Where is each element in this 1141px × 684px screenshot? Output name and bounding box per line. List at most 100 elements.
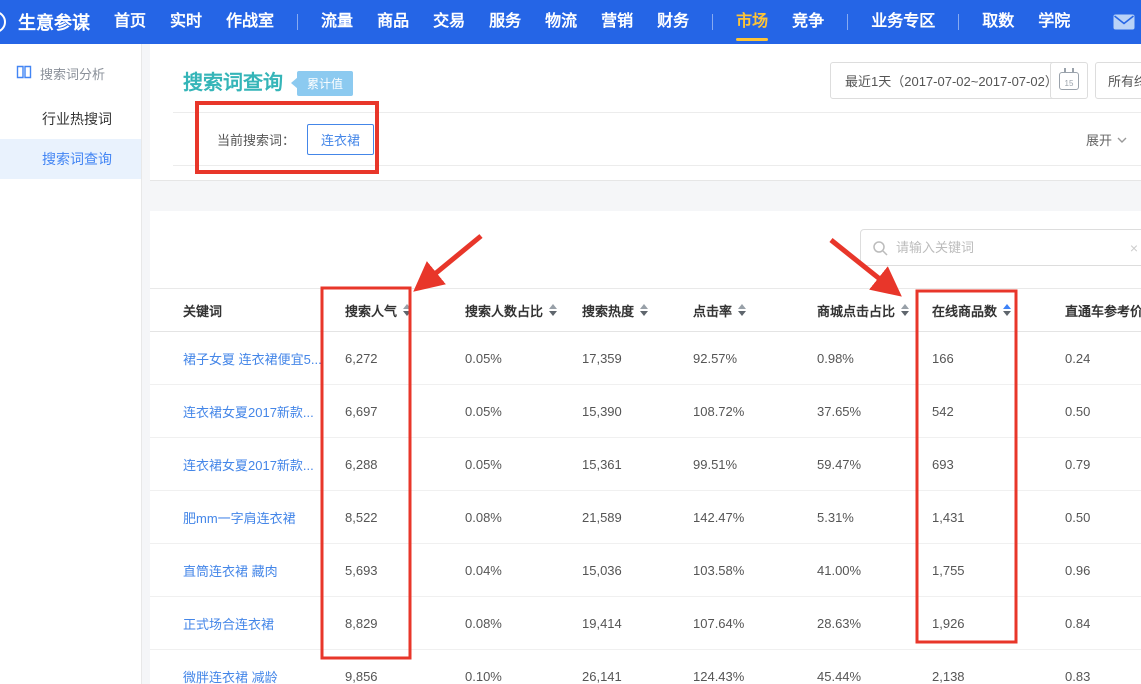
calendar-button[interactable]: 15 [1050,62,1088,99]
table-row: 连衣裙女夏2017新款... 6,697 0.05% 15,390 108.72… [150,385,1141,438]
nav-item-realtime[interactable]: 实时 [158,0,214,44]
cell-online-products: 1,926 [932,616,1065,631]
search-icon [872,240,888,256]
cell-searcher-ratio: 0.05% [465,457,582,472]
column-header-online-products[interactable]: 在线商品数 [932,301,1065,320]
sidebar-item-search-word-query[interactable]: 搜索词查询 [0,139,141,179]
keyword-link[interactable]: 肥mm一字肩连衣裙 [183,508,296,527]
cell-search-popularity: 8,829 [345,616,465,631]
nav-item-competition[interactable]: 竞争 [780,0,836,44]
screen: 生意参谋 首页 实时 作战室 流量 商品 交易 服务 物流 营销 财务 市场 竞… [0,0,1141,684]
sort-icon[interactable] [901,304,909,316]
table-row: 正式场合连衣裙 8,829 0.08% 19,414 107.64% 28.63… [150,597,1141,650]
cell-ppc-reference-price: 0.84 [1065,616,1141,631]
nav-item-home[interactable]: 首页 [102,0,158,44]
nav-item-data-extract[interactable]: 取数 [970,0,1026,44]
nav-divider [297,14,298,30]
nav-item-trade[interactable]: 交易 [421,0,477,44]
column-header-search-heat[interactable]: 搜索热度 [582,301,693,320]
sidebar: 搜索词分析 行业热搜词 搜索词查询 [0,44,142,684]
mail-icon[interactable] [1113,14,1135,30]
cell-online-products: 542 [932,404,1065,419]
cell-mall-click-ratio: 59.47% [817,457,932,472]
cell-ppc-reference-price: 0.83 [1065,669,1141,684]
column-header-ppc-reference-price[interactable]: 直通车参考价 [1065,301,1141,320]
sort-icon[interactable] [1003,304,1011,316]
cell-click-rate: 108.72% [693,404,817,419]
cell-searcher-ratio: 0.05% [465,351,582,366]
column-header-click-rate[interactable]: 点击率 [693,301,817,320]
date-range-selector[interactable]: 最近1天（2017-07-02~2017-07-02） [830,62,1073,99]
chevron-down-icon [1117,137,1127,143]
calendar-icon: 15 [1059,72,1079,90]
keyword-search-input[interactable] [896,240,1122,255]
cell-ppc-reference-price: 0.50 [1065,510,1141,525]
nav-item-market[interactable]: 市场 [724,0,780,44]
keyword-link[interactable]: 裙子女夏 连衣裙便宜5... [183,349,322,368]
keyword-link[interactable]: 正式场合连衣裙 [183,614,274,633]
column-header-mall-click-ratio[interactable]: 商城点击占比 [817,301,932,320]
results-table-card: × 关键词 搜索人气 搜索人数占比 搜索热度 [150,211,1141,684]
sidebar-item-industry-hot-words[interactable]: 行业热搜词 [0,99,141,139]
nav-divider [712,14,713,30]
app-logo-text: 生意参谋 [18,9,90,35]
sort-icon[interactable] [640,304,648,316]
nav-item-academy[interactable]: 学院 [1026,0,1082,44]
cell-online-products: 2,138 [932,669,1065,684]
current-search-term-chip[interactable]: 连衣裙 [307,124,374,155]
sidebar-section-header: 搜索词分析 [0,44,141,93]
expand-toggle[interactable]: 展开 [1086,130,1127,149]
clear-search-icon[interactable]: × [1130,240,1138,256]
app-logo[interactable]: 生意参谋 [18,9,90,35]
table-row: 裙子女夏 连衣裙便宜5... 6,272 0.05% 17,359 92.57%… [150,332,1141,385]
sort-icon[interactable] [549,304,557,316]
cell-online-products: 693 [932,457,1065,472]
book-icon [16,65,32,82]
cell-mall-click-ratio: 41.00% [817,563,932,578]
calendar-day: 15 [1065,78,1074,89]
nav-item-business-zone[interactable]: 业务专区 [859,0,947,44]
table-row: 肥mm一字肩连衣裙 8,522 0.08% 21,589 142.47% 5.3… [150,491,1141,544]
table-header-row: 关键词 搜索人气 搜索人数占比 搜索热度 点击率 [150,288,1141,332]
nav-item-war-room[interactable]: 作战室 [214,0,286,44]
cell-mall-click-ratio: 0.98% [817,351,932,366]
cell-search-heat: 17,359 [582,351,693,366]
nav-item-marketing[interactable]: 营销 [589,0,645,44]
column-header-searcher-ratio[interactable]: 搜索人数占比 [465,301,582,320]
sort-icon[interactable] [738,304,746,316]
cell-click-rate: 107.64% [693,616,817,631]
keyword-link[interactable]: 直筒连衣裙 藏肉 [183,561,278,580]
cell-online-products: 1,431 [932,510,1065,525]
cell-ppc-reference-price: 0.50 [1065,404,1141,419]
column-header-search-popularity[interactable]: 搜索人气 [345,301,465,320]
cell-search-popularity: 9,856 [345,669,465,684]
date-range-label: 最近1天（2017-07-02~2017-07-02） [845,71,1058,90]
sort-icon[interactable] [403,304,411,316]
cell-ppc-reference-price: 0.24 [1065,351,1141,366]
table-body: 裙子女夏 连衣裙便宜5... 6,272 0.05% 17,359 92.57%… [150,332,1141,684]
nav-item-traffic[interactable]: 流量 [309,0,365,44]
cell-searcher-ratio: 0.04% [465,563,582,578]
cell-click-rate: 124.43% [693,669,817,684]
nav-item-logistics[interactable]: 物流 [533,0,589,44]
cell-search-heat: 15,036 [582,563,693,578]
keyword-link[interactable]: 微胖连衣裙 减龄 [183,667,278,684]
keyword-link[interactable]: 连衣裙女夏2017新款... [183,402,314,421]
cell-search-heat: 21,589 [582,510,693,525]
cell-mall-click-ratio: 45.44% [817,669,932,684]
cell-search-heat: 26,141 [582,669,693,684]
nav-item-service[interactable]: 服务 [477,0,533,44]
cell-click-rate: 99.51% [693,457,817,472]
keyword-link[interactable]: 连衣裙女夏2017新款... [183,455,314,474]
sidebar-section-label: 搜索词分析 [40,64,105,83]
terminal-filter-selector[interactable]: 所有终端 [1095,62,1141,99]
cell-mall-click-ratio: 28.63% [817,616,932,631]
nav-item-products[interactable]: 商品 [365,0,421,44]
nav-item-finance[interactable]: 财务 [645,0,701,44]
cell-mall-click-ratio: 5.31% [817,510,932,525]
main-content: 搜索词查询 累计值 最近1天（2017-07-02~2017-07-02） 15… [150,44,1141,684]
cell-search-popularity: 6,288 [345,457,465,472]
cell-search-popularity: 8,522 [345,510,465,525]
cell-click-rate: 103.58% [693,563,817,578]
nav-divider [847,14,848,30]
